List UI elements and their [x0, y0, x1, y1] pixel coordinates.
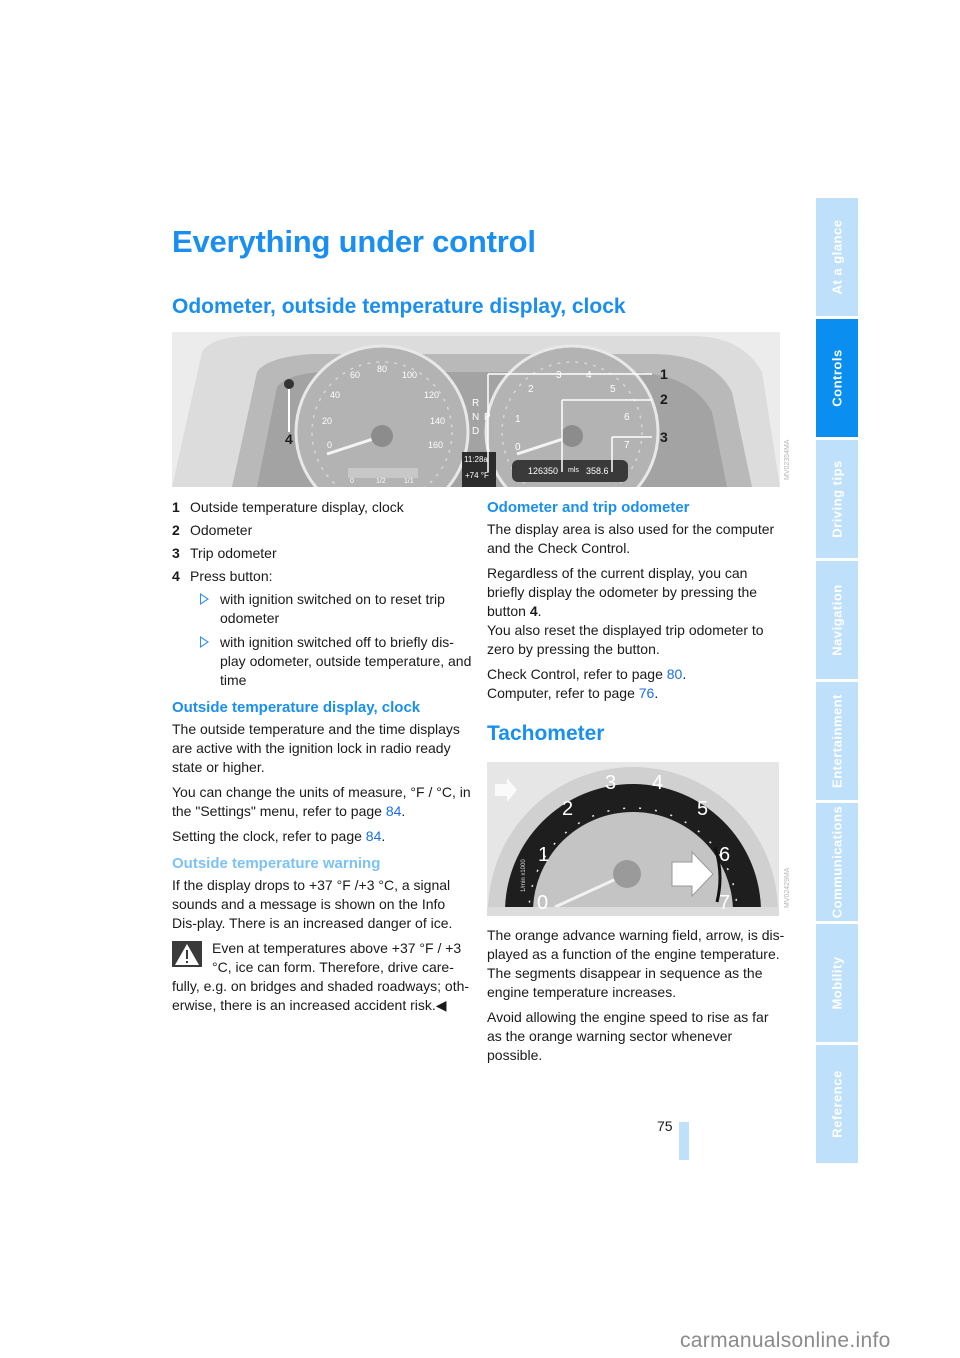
tab-entertainment[interactable]: Entertainment [816, 682, 858, 800]
tab-controls[interactable]: Controls [816, 319, 858, 437]
tacho-tick-5: 5 [697, 798, 709, 820]
figure-code: MV02354MA [784, 439, 791, 480]
tacho-tick-2: 2 [528, 384, 534, 395]
tab-mobility[interactable]: Mobility [816, 924, 858, 1042]
bullet-item: with ignition switched on to reset trip … [172, 590, 472, 628]
odometer-unit: mls [568, 467, 579, 474]
page-title: Everything under control [172, 224, 536, 259]
temperature-readout: +74 °F [465, 471, 489, 480]
speedo-tick-0: 0 [327, 440, 333, 450]
speedo-tick-120: 120 [424, 390, 440, 400]
odometer-text: The display area is also used for the co… [487, 521, 775, 701]
page-link-84[interactable]: 84 [386, 803, 402, 819]
section-heading-tachometer: Tachometer [487, 722, 605, 745]
bullet-arrow-icon [200, 593, 209, 605]
tacho-tick-6: 6 [719, 844, 731, 866]
end-marker-icon: ◀ [435, 997, 447, 1013]
subheading-warning: Outside temperature warning [172, 855, 381, 872]
page-marker-bar [679, 1122, 689, 1160]
section-heading-odometer: Odometer, outside temperature display, c… [172, 295, 626, 318]
callout-2: 2 [660, 391, 668, 407]
tacho-tick-3: 3 [556, 370, 562, 381]
gear-r: R [472, 398, 480, 409]
page-link-80[interactable]: 80 [667, 666, 683, 682]
subheading-clock: Outside temperature display, clock [172, 699, 421, 716]
tacho-tick-7: 7 [719, 892, 731, 914]
tacho-tick-2: 2 [562, 798, 574, 820]
clock-text: The outside temperature and the time dis… [172, 721, 471, 844]
legend-list: 1 Outside temperature display, clock 2 Odo… [172, 498, 472, 695]
tachometer-illustration [487, 767, 779, 916]
fuel-label-full: 1/1 [404, 478, 414, 485]
tacho-tick-5: 5 [610, 384, 616, 395]
speedo-tick-140: 140 [430, 416, 446, 426]
tacho-tick-4: 4 [586, 370, 592, 381]
gear-d: D [472, 426, 480, 437]
tacho-tick-4: 4 [652, 772, 664, 794]
gear-n: N [472, 412, 480, 423]
fuel-label-empty: 0 [350, 478, 354, 485]
speedo-tick-160: 160 [428, 440, 444, 450]
instrument-cluster-figure: 1 2 3 4 11:28a +74 °F 126350 mls 358.6 0… [172, 332, 780, 487]
page-number: 75 [657, 1118, 673, 1134]
subheading-odometer: Odometer and trip odometer [487, 499, 690, 516]
callout-3: 3 [660, 429, 668, 445]
legend-item: 4 Press button: [172, 568, 273, 584]
speedo-tick-80: 80 [377, 364, 388, 374]
tacho-tick-0: 0 [537, 892, 549, 914]
gear-p: P [484, 412, 491, 423]
warning-text: If the display drops to +37 °F /+3 °C, a… [172, 877, 470, 1013]
bullet-item: with ignition switched off to briefly di… [172, 633, 472, 690]
speedo-tick-60: 60 [350, 370, 361, 380]
tacho-tick-3: 3 [605, 772, 617, 794]
figure-code: MV02429MA [784, 867, 791, 908]
tachometer-figure: 0 1 2 3 4 5 6 7 1/min x1000 [487, 762, 779, 916]
tab-driving-tips[interactable]: Driving tips [816, 440, 858, 558]
tacho-tick-7: 7 [624, 440, 630, 451]
speedo-tick-40: 40 [330, 390, 341, 400]
legend-item: 3 Trip odometer [172, 545, 277, 561]
tacho-unit-label: 1/min x1000 [521, 859, 527, 892]
tab-navigation[interactable]: Navigation [816, 561, 858, 679]
legend-item: 1 Outside temperature display, clock [172, 499, 404, 515]
chapter-tabs: At a glance Controls Driving tips Naviga… [816, 198, 858, 1166]
legend-item: 2 Odometer [172, 522, 253, 538]
callout-1: 1 [660, 366, 668, 382]
odometer-readout: 126350 [528, 466, 559, 476]
clock-readout: 11:28a [464, 455, 488, 464]
tacho-tick-0: 0 [515, 442, 521, 453]
speedo-tick-100: 100 [402, 370, 418, 380]
tab-at-a-glance[interactable]: At a glance [816, 198, 858, 316]
trip-readout: 358.6 [586, 466, 609, 476]
page-link-84[interactable]: 84 [366, 828, 382, 844]
fuel-label-half: 1/2 [376, 478, 386, 485]
speedo-tick-20: 20 [322, 416, 333, 426]
tacho-tick-1: 1 [515, 414, 521, 425]
tacho-tick-6: 6 [624, 412, 630, 423]
callout-4: 4 [285, 431, 293, 447]
bullet-arrow-icon [200, 636, 209, 648]
page-link-76[interactable]: 76 [639, 685, 655, 701]
tachometer-text: The orange advance warning field, arrow,… [487, 927, 785, 1063]
watermark: carmanualsonline.info [680, 1329, 891, 1352]
tab-reference[interactable]: Reference [816, 1045, 858, 1163]
tab-communications[interactable]: Communications [816, 803, 858, 921]
caution-icon [172, 941, 202, 967]
tacho-tick-1: 1 [538, 844, 550, 866]
